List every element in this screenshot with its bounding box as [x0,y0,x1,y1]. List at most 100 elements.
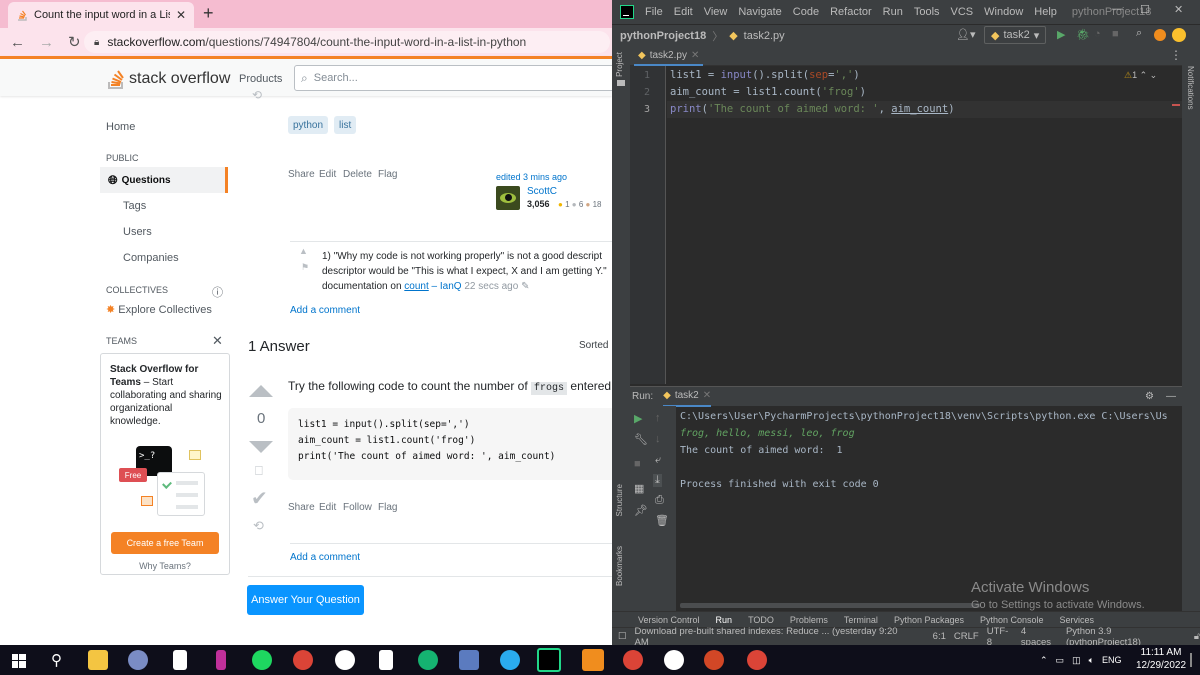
nav-explore-collectives[interactable]: ✸ Explore Collectives [106,303,212,316]
clock[interactable]: 11:11 AM 12/29/2022 [1136,646,1186,672]
menu-navigate[interactable]: Navigate [738,6,781,18]
so-logo[interactable]: stack overflow [106,68,230,90]
editor-line-3[interactable]: print('The count of aimed word: ', aim_c… [670,103,955,115]
products-menu[interactable]: Products [239,73,282,85]
powerpoint-icon[interactable] [704,650,724,670]
status-interpreter[interactable]: Python 3.9 (pythonProject18) [1066,626,1186,646]
why-teams-link[interactable]: Why Teams? [101,561,229,571]
settings-gear-icon[interactable]: ⚙ [1145,391,1154,402]
activity-history-icon[interactable]: ⟲ [253,518,264,534]
debug-icon[interactable]: 🐞︎ [1076,28,1090,41]
sort-label[interactable]: Sorted [579,340,608,351]
url-field[interactable]: 🔒︎ stackoverflow.com/questions/74947804/… [84,31,610,53]
tool-services[interactable]: Services [1060,615,1095,625]
app-icon[interactable] [128,650,148,670]
nav-tags[interactable]: Tags [123,200,146,212]
layout-icon[interactable]: ▦ [634,482,644,495]
notifications-tool-tab[interactable]: Notifications [1186,66,1195,110]
tool-version-control[interactable]: Version Control [638,615,700,625]
reload-icon[interactable]: ↻ [68,33,81,51]
status-encoding[interactable]: UTF-8 [987,626,1013,646]
tool-python-packages[interactable]: Python Packages [894,615,964,625]
upvote-icon[interactable] [249,384,273,398]
nav-companies[interactable]: Companies [123,252,179,264]
project-tool-tab[interactable]: Project [615,52,624,77]
chrome3-icon[interactable] [747,650,767,670]
history-icon[interactable]: ⟲ [252,88,262,102]
print-icon[interactable]: ⎙ [655,494,664,507]
menu-edit[interactable]: Edit [674,6,693,18]
run-icon[interactable]: ▶ [1057,28,1065,41]
inspection-widget[interactable]: ⚠1 ⌃ ⌄ [1124,70,1157,81]
app6-icon[interactable] [664,650,684,670]
document-icon[interactable] [173,650,187,670]
add-comment-link-2[interactable]: Add a comment [290,552,360,563]
run-config-select[interactable]: ◆ task2 ▾ [984,26,1047,44]
user-icon[interactable]: 👤︎▾ [956,28,976,41]
close-window-icon[interactable]: ✕ [1174,3,1183,16]
nav-home[interactable]: Home [106,121,135,133]
flag-link[interactable]: Flag [378,169,397,180]
comment-upvote-icon[interactable]: ▲ [299,246,308,256]
menu-refactor[interactable]: Refactor [830,6,872,18]
maximize-icon[interactable]: ☐ [1140,3,1150,16]
bookmarks-tool-tab[interactable]: Bookmarks [615,546,624,586]
count-doc-link[interactable]: count [404,281,428,292]
down-arrow-icon[interactable]: ↓ [655,433,661,445]
answer-edit-link[interactable]: Edit [319,502,336,513]
status-line-ending[interactable]: CRLF [954,631,979,642]
tray-overflow-icon[interactable]: ⌃ [1040,655,1048,666]
breadcrumb-project[interactable]: pythonProject18 [620,30,706,42]
menu-window[interactable]: Window [984,6,1023,18]
menu-vcs[interactable]: VCS [951,6,974,18]
avatar[interactable] [496,186,520,210]
chrome-icon[interactable] [293,650,313,670]
structure-tool-tab[interactable]: Structure [615,484,624,516]
show-desktop[interactable] [1190,653,1192,667]
nav-users[interactable]: Users [123,226,152,238]
stop-run-icon[interactable]: ■ [634,458,641,470]
tool-problems[interactable]: Problems [790,615,828,625]
breadcrumb-file[interactable]: task2.py [744,30,785,42]
close-tab-icon[interactable]: ✕ [703,390,711,401]
chrome2-icon[interactable] [623,650,643,670]
downvote-icon[interactable] [249,440,273,454]
grammarly-icon[interactable] [418,650,438,670]
delete-link[interactable]: Delete [343,169,372,180]
tag-python[interactable]: python [288,116,329,134]
menu-view[interactable]: View [704,6,728,18]
run-tab[interactable]: ◆ task2 ✕ [663,387,712,407]
tool-python-console[interactable]: Python Console [980,615,1044,625]
soft-wrap-icon[interactable]: ⤶ [655,454,661,467]
comment-flag-icon[interactable]: ⚑ [301,262,309,273]
editor-tab-task2[interactable]: ◆ task2.py ✕ [634,46,704,66]
volume-icon[interactable]: 🔈︎ [1089,655,1094,666]
status-caret[interactable]: 6:1 [933,631,946,642]
stop-icon[interactable]: ■ [1112,28,1119,40]
rerun-icon[interactable]: ▶ [634,412,642,425]
edit-link[interactable]: Edit [319,169,336,180]
wrench-icon[interactable]: 🔧︎ [634,433,648,446]
menu-run[interactable]: Run [883,6,903,18]
editor-line-1[interactable]: list1 = input().split(sep=',') [670,69,860,81]
file-explorer-icon[interactable] [88,650,108,670]
answer-your-question-button[interactable]: Answer Your Question [247,585,364,615]
battery-icon[interactable]: ▭ [1056,655,1065,666]
tool-todo[interactable]: TODO [748,615,774,625]
edited-time[interactable]: edited 3 mins ago [496,172,567,182]
tool-run[interactable]: Run [716,615,733,625]
menu-tools[interactable]: Tools [914,6,940,18]
create-team-button[interactable]: Create a free Team [111,532,219,554]
add-comment-link[interactable]: Add a comment [290,305,360,316]
comment-author[interactable]: – IanQ [432,281,462,292]
accepted-check-icon[interactable]: ✔ [251,486,268,511]
edit-pencil-icon[interactable]: ✎ [521,281,529,292]
coverage-icon[interactable]: ◔ [1094,28,1101,40]
close-tab-icon[interactable]: ✕ [691,50,699,61]
update-icon[interactable] [1154,29,1166,41]
close-icon[interactable]: ✕ [212,333,223,349]
nav-questions[interactable]: 🌐︎ Questions [100,167,228,193]
hide-panel-icon[interactable]: — [1166,391,1176,402]
status-indent[interactable]: 4 spaces [1021,626,1058,646]
share-link[interactable]: Share [288,169,315,180]
